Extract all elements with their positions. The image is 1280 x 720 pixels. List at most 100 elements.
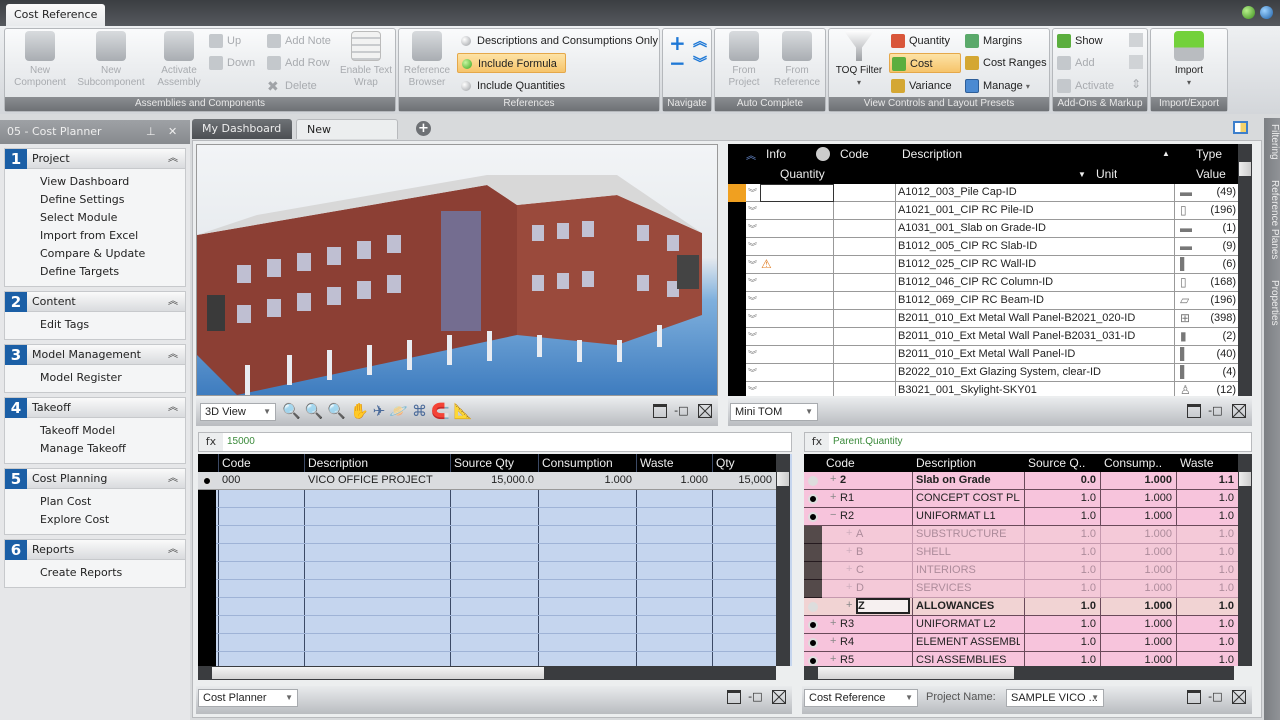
reference-row[interactable]: + Z ALLOWANCES 1.0 1.000 1.0	[804, 598, 1238, 616]
reference-cell-description[interactable]: ELEMENT ASSEMBLIES	[916, 636, 1020, 648]
reference-cell-waste[interactable]: 1.0	[1180, 546, 1234, 558]
expand-row-icon[interactable]: ︾	[748, 222, 757, 235]
reference-col-header[interactable]: Code	[826, 456, 910, 470]
zoom-in-icon[interactable]: 🔍	[327, 402, 350, 420]
expand-row-icon[interactable]: ︾	[748, 186, 757, 199]
reference-cell-code[interactable]: B	[856, 546, 910, 558]
quantity-cell[interactable]	[760, 328, 834, 346]
collapse-chevron-icon[interactable]: ︽	[168, 469, 178, 489]
tom-vertical-scrollbar[interactable]	[1238, 144, 1252, 396]
reference-cell-waste[interactable]: 1.1	[1180, 474, 1234, 486]
description-cell[interactable]: A1031_001_Slab on Grade-ID	[898, 222, 1174, 234]
reference-cell-code[interactable]: Z	[856, 598, 910, 614]
zoom-window-icon[interactable]: 🔍	[305, 402, 328, 420]
code-cell[interactable]	[834, 328, 896, 346]
type-column-icon[interactable]: ▯	[1180, 275, 1187, 289]
expand-row-icon[interactable]: ︾	[748, 330, 757, 343]
planner-row[interactable]: 000 VICO OFFICE PROJECT 15,000.0 1.000 1.000…	[198, 472, 778, 490]
col-unit[interactable]: Unit	[1096, 167, 1117, 181]
side-tab-properties[interactable]: Properties	[1264, 280, 1280, 326]
reference-cell-waste[interactable]: 1.0	[1180, 636, 1234, 648]
enable-text-wrap-button[interactable]: Enable Text Wrap	[337, 31, 395, 89]
reference-cell-code[interactable]: R1	[840, 492, 910, 504]
from-project-button[interactable]: From Project	[719, 31, 769, 89]
col-type[interactable]: Type	[1196, 147, 1222, 161]
side-tab-filtering[interactable]: Filtering	[1264, 124, 1280, 160]
type-skylight-icon[interactable]: ♙	[1180, 383, 1191, 396]
reference-cell-description[interactable]: Slab on Grade	[916, 474, 1020, 486]
zoom-extents-icon[interactable]: 🔍	[282, 402, 305, 420]
planner-formula-value[interactable]: 15000	[227, 433, 255, 451]
collapse-chevron-icon[interactable]: ︽	[168, 540, 178, 560]
collapse-chevron-icon[interactable]: ︽	[168, 345, 178, 365]
scroll-thumb[interactable]	[212, 667, 544, 679]
reference-cell-description[interactable]: CSI ASSEMBLIES	[916, 654, 1020, 666]
quantity-cell[interactable]	[760, 382, 834, 396]
scroll-thumb[interactable]	[1239, 162, 1251, 176]
type-wall-icon[interactable]: ▌	[1180, 257, 1189, 271]
quantity-cell[interactable]	[760, 184, 834, 202]
from-reference-button[interactable]: From Reference	[771, 31, 823, 89]
fly-icon[interactable]: ✈	[373, 402, 390, 420]
reference-cell-waste[interactable]: 1.0	[1180, 600, 1234, 612]
sidebar-item[interactable]: Manage Takeoff	[5, 440, 185, 458]
reference-cell-waste[interactable]: 1.0	[1180, 564, 1234, 576]
description-cell[interactable]: B1012_069_CIP RC Beam-ID	[898, 294, 1174, 306]
description-cell[interactable]: B2011_010_Ext Metal Wall Panel-B2031_031…	[898, 330, 1174, 342]
row-selector[interactable]	[728, 382, 746, 396]
row-selector[interactable]	[728, 238, 746, 256]
reference-cell-description[interactable]: UNIFORMAT L2	[916, 618, 1020, 630]
scroll-thumb[interactable]	[1239, 472, 1251, 486]
reference-cell-consumption[interactable]: 1.000	[1104, 564, 1172, 576]
description-cell[interactable]: B2011_010_Ext Metal Wall Panel-ID	[898, 348, 1174, 360]
type-slab-icon[interactable]: ▬	[1180, 239, 1192, 253]
sort-up-icon[interactable]: ︽	[746, 147, 756, 162]
reference-col-header[interactable]: Waste	[1180, 456, 1236, 470]
collapse-all-icon[interactable]: ︾	[693, 53, 707, 73]
tom-row[interactable]: ︾ B2022_010_Ext Glazing System, clear-ID ▌…	[728, 364, 1238, 382]
description-cell[interactable]: B1012_025_CIP RC Wall-ID	[898, 258, 1174, 270]
close-pane-icon[interactable]	[698, 404, 712, 418]
addon-activate-button[interactable]: Activate	[1055, 76, 1114, 96]
expand-row-icon[interactable]: ︾	[748, 366, 757, 379]
reference-formula-value[interactable]: Parent.Quantity	[833, 433, 902, 451]
expand-row-icon[interactable]: ︾	[748, 276, 757, 289]
reference-row[interactable]: + R3 UNIFORMAT L2 1.0 1.000 1.0	[804, 616, 1238, 634]
row-selector[interactable]	[728, 220, 746, 238]
planner-view-select[interactable]: Cost Planner ▼	[198, 689, 298, 707]
row-selector[interactable]	[728, 328, 746, 346]
expand-node-icon[interactable]: +	[846, 581, 852, 593]
reference-cell-source[interactable]: 1.0	[1028, 546, 1096, 558]
planner-cell-qty[interactable]: 15,000	[716, 474, 772, 486]
row-selector[interactable]	[728, 310, 746, 328]
description-cell[interactable]: B2022_010_Ext Glazing System, clear-ID	[898, 366, 1174, 378]
tab-my-dashboard[interactable]: My Dashboard	[192, 119, 292, 139]
col-description[interactable]: Description	[902, 147, 962, 161]
reference-cell-consumption[interactable]: 1.000	[1104, 618, 1172, 630]
new-subcomponent-button[interactable]: New Subcomponent	[73, 31, 149, 89]
tom-row[interactable]: ︾ B2011_010_Ext Metal Wall Panel-B2031_03…	[728, 328, 1238, 346]
planner-col-header[interactable]: Description	[308, 456, 448, 470]
reference-row[interactable]: + R5 CSI ASSEMBLIES 1.0 1.000 1.0	[804, 652, 1238, 666]
tab-new-viewset[interactable]: New ViewSet(1)	[296, 119, 398, 156]
reference-formula-bar[interactable]: fx Parent.Quantity	[804, 432, 1252, 452]
magnet-icon[interactable]: 🧲	[431, 402, 454, 420]
reference-cell-consumption[interactable]: 1.000	[1104, 654, 1172, 666]
reference-view-select[interactable]: Cost Reference ▼	[804, 689, 918, 707]
type-wall-icon[interactable]: ▌	[1180, 347, 1189, 361]
reference-vertical-scrollbar[interactable]	[1238, 454, 1252, 666]
maximize-icon[interactable]	[726, 690, 741, 704]
sidebar-section-header[interactable]: 3 Model Management ︽	[5, 345, 185, 365]
markup-arrow-icon[interactable]	[1129, 33, 1143, 47]
quantity-cell[interactable]	[760, 292, 834, 310]
sidebar-item[interactable]: Takeoff Model	[5, 422, 185, 440]
row-selector[interactable]	[728, 292, 746, 310]
tom-row[interactable]: ︾ B3021_001_Skylight-SKY01 ♙ (12)	[728, 382, 1238, 396]
add-row-button[interactable]: Add Row	[265, 53, 330, 73]
col-quantity[interactable]: Quantity	[780, 167, 825, 181]
code-cell[interactable]	[834, 256, 896, 274]
reference-cell-source[interactable]: 0.0	[1028, 474, 1096, 486]
tom-row[interactable]: ︾ B1012_069_CIP RC Beam-ID ▱ (196)	[728, 292, 1238, 310]
reference-cell-consumption[interactable]: 1.000	[1104, 492, 1172, 504]
close-icon[interactable]: ✕	[168, 120, 177, 144]
